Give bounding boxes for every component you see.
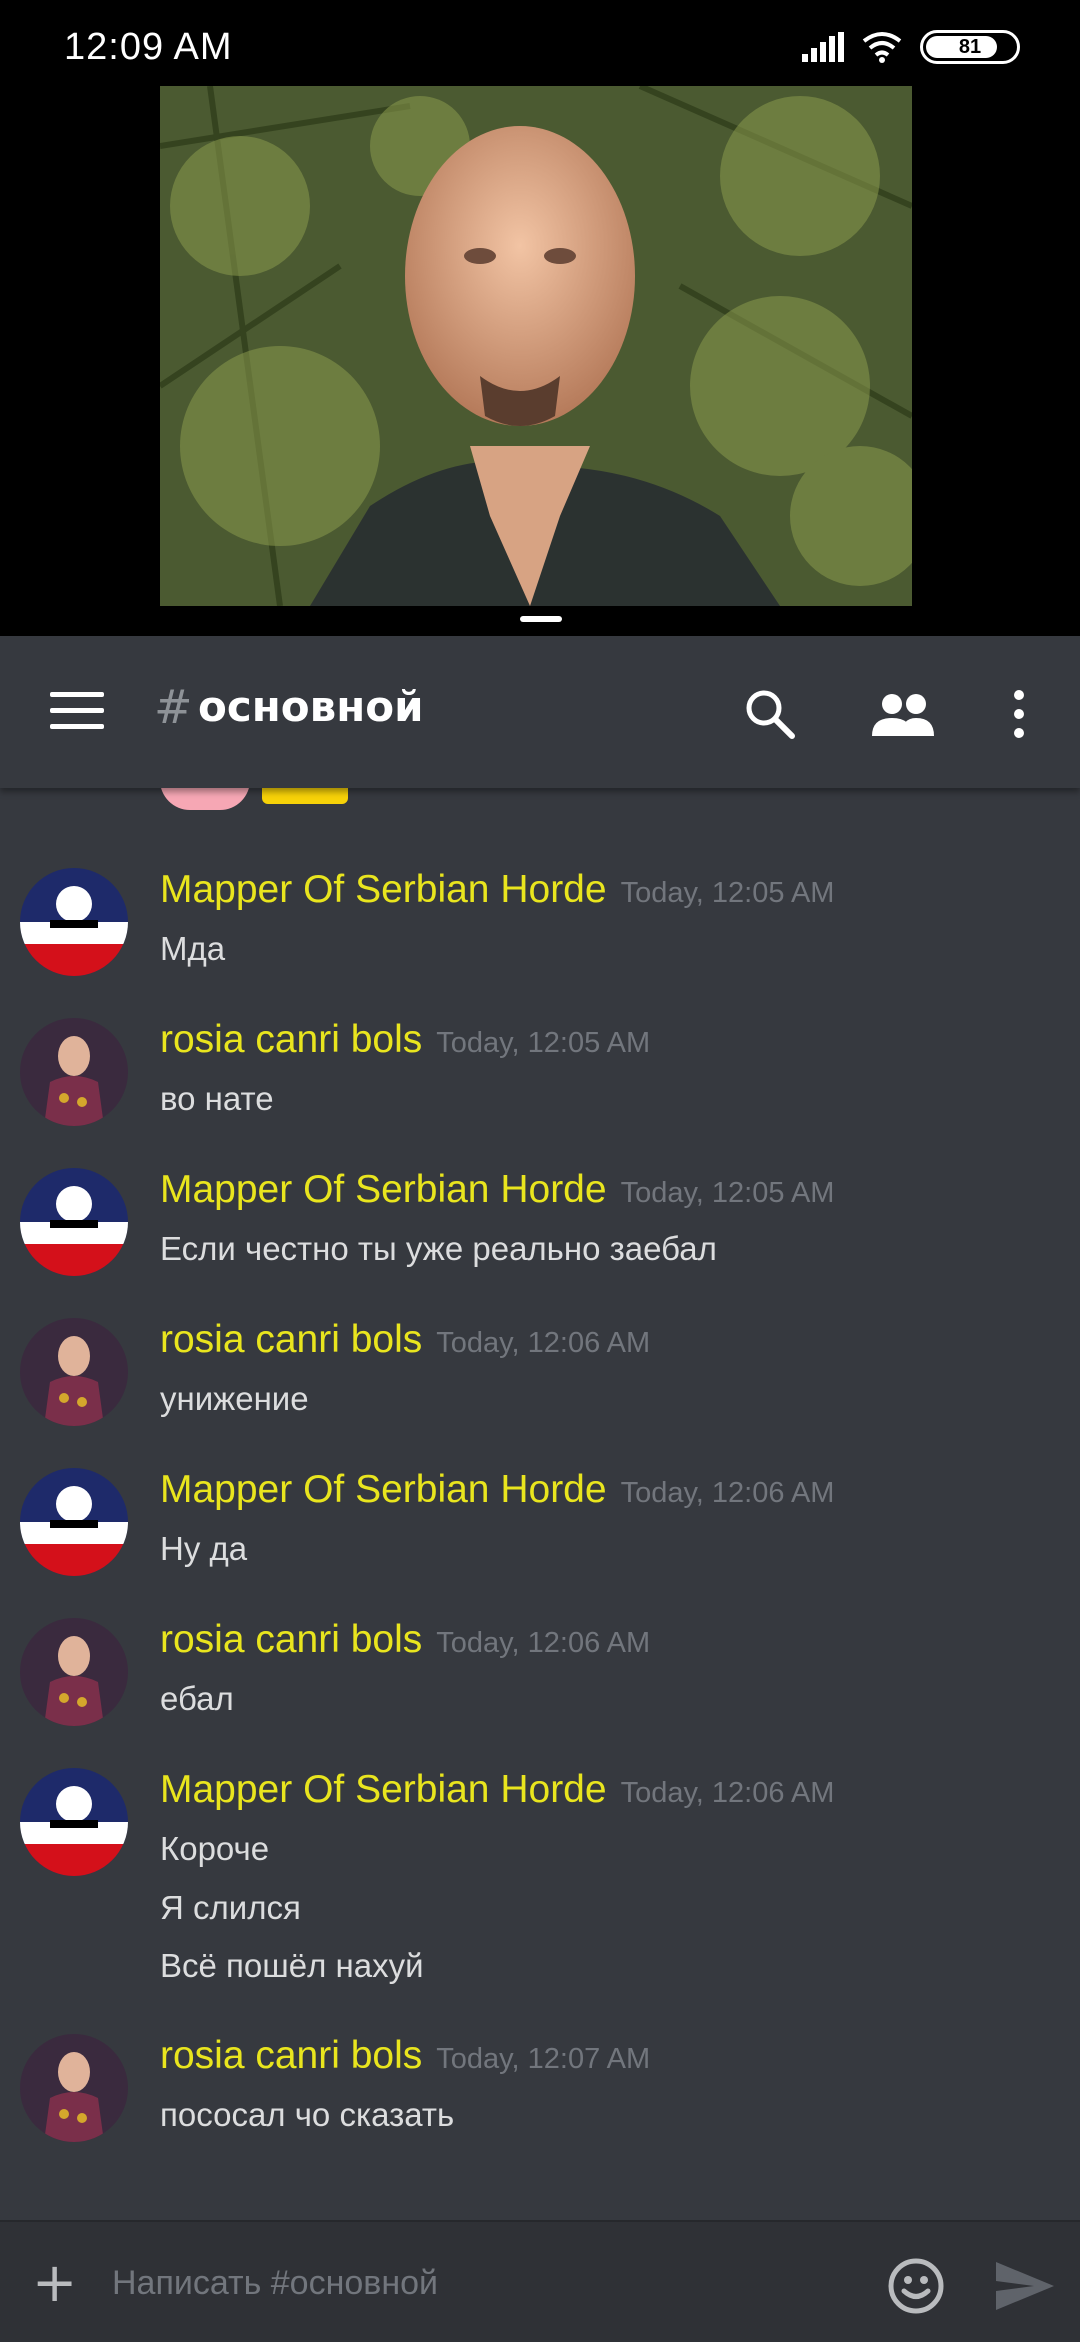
signal-icon (802, 32, 844, 62)
message-author: rosia canri bols Today, 12:06 AM (160, 1318, 651, 1361)
reaction-emoji[interactable] (262, 788, 348, 804)
message-author: rosia canri bols Today, 12:05 AM (160, 1018, 651, 1061)
avatar[interactable] (20, 1618, 128, 1726)
channel-hash-icon: # (154, 680, 193, 734)
reactions-row (160, 788, 348, 810)
message-timestamp: Today, 12:06 AM (620, 1777, 835, 1809)
message-list[interactable]: Mapper Of Serbian Horde Today, 12:05 AM М… (0, 788, 1080, 2220)
wifi-icon (862, 32, 902, 63)
avatar[interactable] (20, 1468, 128, 1576)
channel-name: основной (198, 682, 424, 731)
pig-emoji[interactable] (160, 788, 250, 810)
message-author: Mapper Of Serbian Horde Today, 12:06 AM (160, 1768, 835, 1811)
message-text: Короче (160, 1830, 270, 1867)
video-area (0, 0, 1080, 636)
message-text: Ну да (160, 1530, 248, 1567)
message-text: ебал (160, 1680, 234, 1717)
message-text: Если честно ты уже реально заебал (160, 1230, 717, 1267)
message-text: Всё пошёл нахуй (160, 1947, 424, 1984)
channel-header: # основной (0, 636, 1080, 788)
avatar[interactable] (20, 2034, 128, 2142)
battery-level: 81 (958, 35, 982, 58)
message-author: Mapper Of Serbian Horde Today, 12:06 AM (160, 1468, 835, 1511)
drag-handle[interactable] (520, 616, 562, 622)
message-text: Мда (160, 930, 226, 967)
emoji-icon[interactable] (888, 2258, 944, 2314)
message-timestamp: Today, 12:05 AM (620, 1177, 835, 1209)
message-author: rosia canri bols Today, 12:06 AM (160, 1618, 651, 1661)
status-bar: 12:09 AM 81 (0, 0, 1080, 90)
battery-icon: 81 (920, 30, 1020, 64)
message-text: во нате (160, 1080, 274, 1117)
menu-icon[interactable] (50, 692, 104, 732)
message-text: Я слился (160, 1889, 301, 1926)
message-timestamp: Today, 12:05 AM (436, 1027, 651, 1059)
avatar[interactable] (20, 1318, 128, 1426)
video-frame (160, 86, 912, 606)
message-author: Mapper Of Serbian Horde Today, 12:05 AM (160, 868, 835, 911)
message-input-bar: + (0, 2220, 1080, 2342)
avatar[interactable] (20, 1018, 128, 1126)
message-input[interactable] (110, 2252, 874, 2314)
plus-icon[interactable]: + (32, 2256, 77, 2310)
message-timestamp: Today, 12:06 AM (436, 1327, 651, 1359)
message-author: Mapper Of Serbian Horde Today, 12:05 AM (160, 1168, 835, 1211)
avatar[interactable] (20, 1768, 128, 1876)
send-icon[interactable] (994, 2260, 1056, 2312)
avatar[interactable] (20, 1168, 128, 1276)
video-player[interactable] (160, 86, 912, 606)
more-options-icon[interactable] (1010, 688, 1028, 740)
message-timestamp: Today, 12:05 AM (620, 877, 835, 909)
message-author: rosia canri bols Today, 12:07 AM (160, 2034, 651, 2077)
message-text: унижение (160, 1380, 309, 1417)
status-time: 12:09 AM (64, 26, 233, 68)
message-timestamp: Today, 12:06 AM (436, 1627, 651, 1659)
message-text: пососал чо сказать (160, 2096, 455, 2133)
members-icon[interactable] (870, 692, 936, 736)
message-timestamp: Today, 12:06 AM (620, 1477, 835, 1509)
avatar[interactable] (20, 868, 128, 976)
search-icon[interactable] (744, 688, 796, 740)
message-timestamp: Today, 12:07 AM (436, 2043, 651, 2075)
